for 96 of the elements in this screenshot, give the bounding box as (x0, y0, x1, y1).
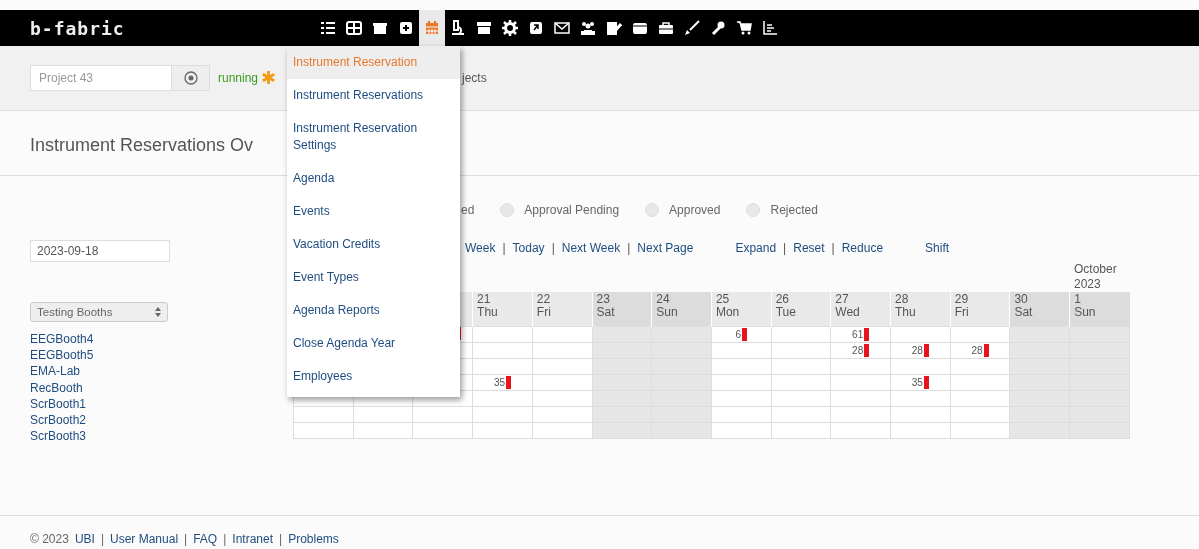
reservation-label: 28 (911, 345, 923, 356)
legend-label: Rejected (770, 203, 818, 217)
edit-icon[interactable] (606, 20, 622, 36)
legend-label: ed (461, 203, 475, 217)
sort-arrows-icon[interactable] (155, 307, 161, 317)
menu-item[interactable]: Event Types (287, 261, 460, 294)
day-header: 24 Sun (651, 292, 712, 327)
copyright: © 2023 (30, 532, 69, 546)
nav-link[interactable]: Expand (735, 241, 777, 255)
projects-link[interactable]: jects (462, 71, 487, 85)
status-mark: ✱ (261, 67, 277, 89)
separator: | (627, 241, 631, 255)
day-header: 21 Thu (472, 292, 533, 327)
day-header: 30 Sat (1009, 292, 1070, 327)
gear-icon[interactable] (502, 20, 518, 36)
envelope-icon[interactable] (554, 20, 570, 36)
separator: | (783, 241, 787, 255)
date-field[interactable]: 2023-09-18 (30, 240, 170, 262)
reservation-label: 6 (735, 329, 742, 340)
separator: | (551, 241, 555, 255)
page-title: Instrument Reservations Ov (30, 134, 254, 156)
reservation-label: 61 (852, 329, 864, 340)
reservation-label: 35 (493, 377, 505, 388)
reservation-marker[interactable] (864, 328, 870, 341)
chart-icon[interactable] (762, 20, 778, 36)
nav-link[interactable]: Next Week (561, 241, 621, 255)
brush-icon[interactable] (684, 20, 700, 36)
day-header: 29 Fri (950, 292, 1010, 327)
status-radio[interactable] (746, 203, 761, 217)
separator: | (223, 532, 227, 546)
status-radio[interactable] (645, 203, 660, 217)
arrow-box-icon[interactable] (528, 20, 544, 36)
separator: | (831, 241, 835, 255)
menu-item[interactable]: Events (287, 195, 460, 228)
menu-item[interactable]: Instrument Reservation Settings (287, 112, 460, 162)
reservation-marker[interactable] (506, 376, 511, 389)
reservation-label: 35 (911, 377, 923, 388)
cart-icon[interactable] (736, 20, 752, 36)
day-header: 22 Fri (532, 292, 592, 327)
plus-box-icon[interactable] (398, 20, 414, 36)
separator: | (100, 532, 104, 546)
nav-link[interactable]: Reset (793, 241, 825, 255)
reservation-label: 28 (971, 345, 983, 356)
booth-link[interactable]: ScrBooth1 (30, 395, 293, 412)
menu-item[interactable]: Agenda Reports (287, 294, 460, 327)
footer-link[interactable]: Intranet (232, 532, 273, 546)
menu-item[interactable]: Close Agenda Year (287, 327, 460, 360)
nav-link[interactable]: Reduce (841, 241, 884, 255)
reservation-marker[interactable] (923, 376, 929, 389)
status-text: running (218, 71, 259, 85)
target-button[interactable] (172, 65, 210, 91)
card-icon[interactable] (632, 20, 648, 36)
booth-link[interactable]: ScrBooth3 (30, 428, 293, 445)
menu-item[interactable]: Instrument Reservations (287, 79, 460, 112)
checklist-icon[interactable] (320, 20, 336, 36)
booth-select[interactable]: Testing Booths (30, 302, 168, 322)
menu-item[interactable]: Employees (287, 360, 460, 393)
month-label: October 2023 (1074, 262, 1118, 292)
day-header: 23 Sat (592, 292, 652, 327)
day-header: 25 Mon (711, 292, 772, 327)
reservation-marker[interactable] (742, 328, 748, 341)
status-radio[interactable] (500, 203, 515, 217)
footer-link[interactable]: User Manual (110, 532, 179, 546)
nav-link[interactable]: Week (465, 241, 496, 255)
legend-label: Approval Pending (524, 203, 620, 217)
separator: | (279, 532, 283, 546)
nav-link[interactable]: Shift (925, 241, 950, 255)
wrench-icon[interactable] (710, 20, 726, 36)
reservation-marker[interactable] (864, 344, 870, 357)
project-field[interactable]: Project 43 (30, 65, 172, 91)
day-header: 27 Wed (830, 292, 891, 327)
people-icon[interactable] (580, 20, 596, 36)
menu-item[interactable]: Agenda (287, 162, 460, 195)
day-header: 26 Tue (771, 292, 831, 327)
reservation-marker[interactable] (983, 344, 989, 357)
day-header: 28 Thu (890, 292, 951, 327)
menu-item[interactable]: Vacation Credits (287, 228, 460, 261)
archive-icon[interactable] (476, 20, 492, 36)
gift-icon[interactable] (372, 20, 388, 36)
grid-icon[interactable] (346, 20, 362, 36)
footer-link[interactable]: Problems (288, 532, 339, 546)
separator: | (502, 241, 506, 255)
nav-link[interactable]: Next Page (637, 241, 694, 255)
separator: | (184, 532, 188, 546)
footer-link[interactable]: UBI (74, 532, 95, 546)
legend-label: Approved (669, 203, 721, 217)
reservation-label: 28 (852, 345, 864, 356)
footer-link[interactable]: FAQ (193, 532, 218, 546)
target-icon[interactable] (183, 71, 198, 85)
day-header: 1 Sun (1069, 292, 1130, 327)
microscope-icon[interactable] (450, 20, 466, 36)
reservation-marker[interactable] (923, 344, 929, 357)
toolbox-icon[interactable] (658, 20, 674, 36)
nav-link[interactable]: Today (512, 241, 545, 255)
logo[interactable]: b-fabric (30, 17, 315, 39)
booth-link[interactable]: ScrBooth2 (30, 412, 293, 429)
